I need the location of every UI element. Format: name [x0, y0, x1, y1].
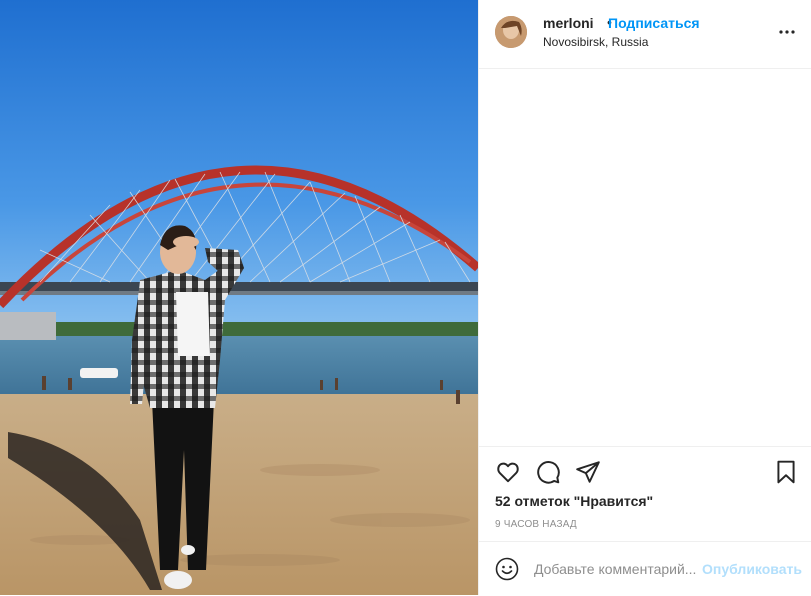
bookmark-icon[interactable] — [773, 459, 799, 485]
more-options-icon[interactable] — [777, 22, 797, 42]
avatar[interactable] — [495, 16, 527, 48]
comment-icon[interactable] — [535, 459, 561, 485]
likes-count[interactable]: 52 отметок "Нравится" — [495, 493, 653, 509]
post-photo[interactable] — [0, 0, 478, 595]
post-timestamp[interactable]: 9 часов назад — [495, 519, 577, 530]
heart-icon[interactable] — [495, 459, 521, 485]
post-header: merloni • Подписаться Novosibirsk, Russi… — [479, 0, 811, 69]
comment-box: Опубликовать — [479, 541, 811, 596]
share-icon[interactable] — [575, 459, 601, 485]
instagram-post: merloni • Подписаться Novosibirsk, Russi… — [0, 0, 811, 595]
location-link[interactable]: Novosibirsk, Russia — [543, 35, 648, 49]
follow-button[interactable]: Подписаться — [608, 15, 700, 31]
comment-input[interactable] — [534, 556, 704, 582]
post-actions: 52 отметок "Нравится" 9 часов назад — [479, 446, 811, 541]
post-side-panel: merloni • Подписаться Novosibirsk, Russi… — [478, 0, 811, 595]
username[interactable]: merloni — [543, 15, 594, 31]
publish-button[interactable]: Опубликовать — [702, 561, 802, 577]
emoji-icon[interactable] — [495, 557, 519, 581]
